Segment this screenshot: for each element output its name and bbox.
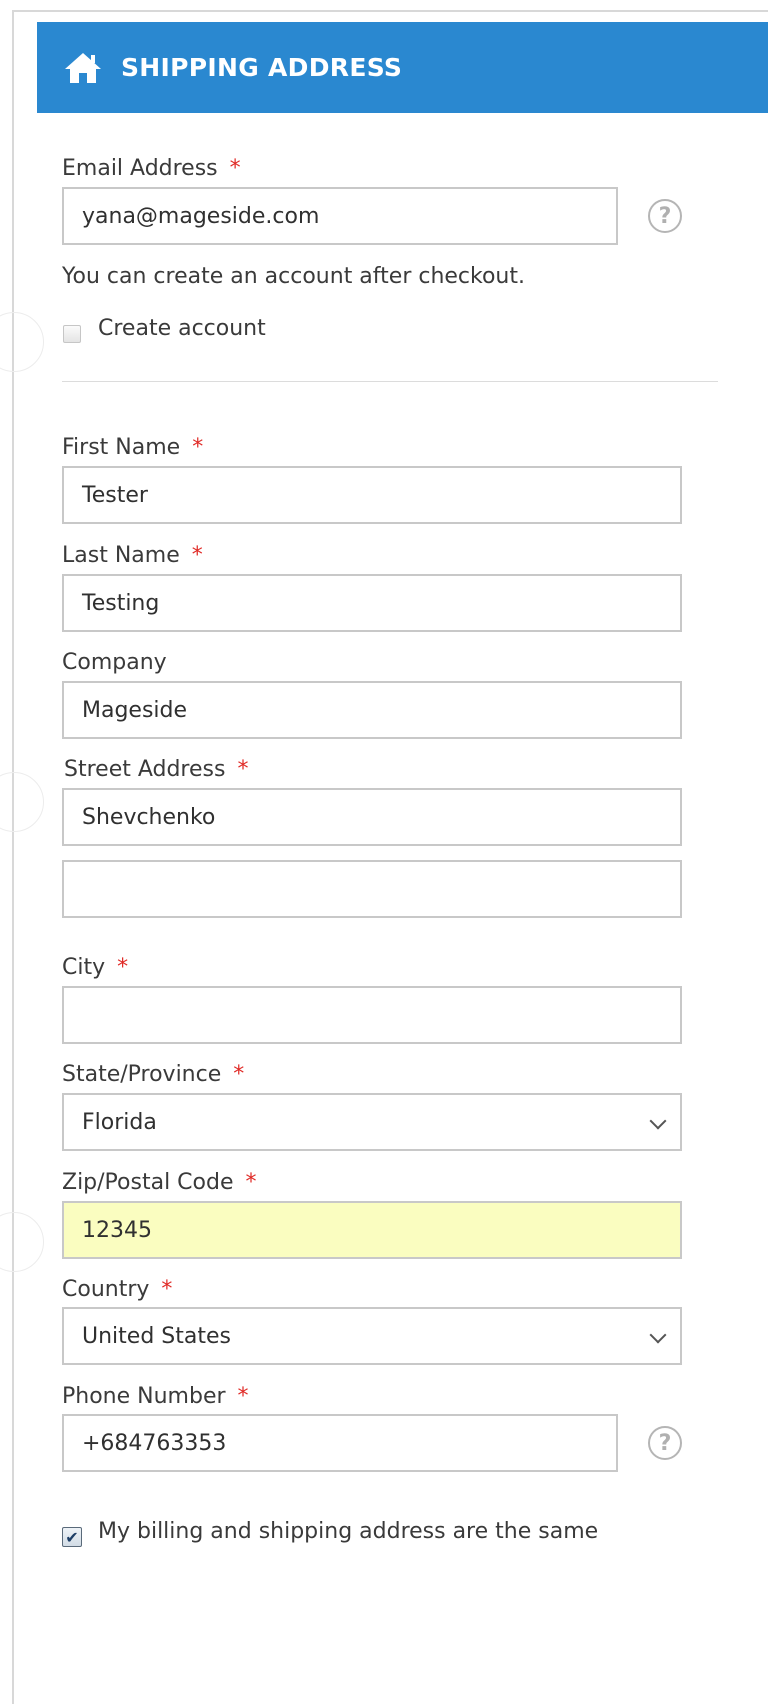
city-field[interactable] <box>62 986 682 1044</box>
state-select[interactable]: Florida <box>62 1093 682 1151</box>
phone-label: Phone Number * <box>62 1384 249 1409</box>
required-asterisk: * <box>191 543 203 568</box>
company-label: Company <box>62 650 167 675</box>
shipping-address-header: SHIPPING ADDRESS <box>37 22 768 113</box>
country-label: Country * <box>62 1277 173 1302</box>
country-select[interactable]: United States <box>62 1307 682 1365</box>
email-field[interactable]: yana@mageside.com <box>62 187 618 245</box>
home-icon <box>65 52 101 83</box>
required-asterisk: * <box>233 1062 245 1087</box>
street-address-line2-field[interactable] <box>62 860 682 918</box>
last-name-field[interactable]: Testing <box>62 574 682 632</box>
phone-help-icon[interactable]: ? <box>648 1426 682 1460</box>
create-account-checkbox[interactable] <box>63 325 81 343</box>
first-name-field[interactable]: Tester <box>62 466 682 524</box>
zip-field[interactable]: 12345 <box>62 1201 682 1259</box>
street-address-line1-field[interactable]: Shevchenko <box>62 788 682 846</box>
company-field[interactable]: Mageside <box>62 681 682 739</box>
street-address-label: Street Address * <box>64 757 249 782</box>
country-select-value: United States <box>82 1323 231 1349</box>
account-note: You can create an account after checkout… <box>62 264 525 289</box>
required-asterisk: * <box>237 757 249 782</box>
first-name-label: First Name * <box>62 435 204 460</box>
zip-label: Zip/Postal Code * <box>62 1170 257 1195</box>
required-asterisk: * <box>245 1170 257 1195</box>
background-decoration <box>0 1212 44 1272</box>
required-asterisk: * <box>237 1384 249 1409</box>
billing-same-checkbox[interactable]: ✔ <box>62 1527 82 1547</box>
section-title: SHIPPING ADDRESS <box>121 53 403 82</box>
create-account-label[interactable]: Create account <box>98 316 266 341</box>
chevron-down-icon <box>649 1112 667 1130</box>
state-select-value: Florida <box>82 1109 157 1135</box>
state-label: State/Province * <box>62 1062 245 1087</box>
required-asterisk: * <box>229 156 241 181</box>
section-divider <box>62 381 718 382</box>
last-name-label: Last Name * <box>62 543 203 568</box>
required-asterisk: * <box>161 1277 173 1302</box>
required-asterisk: * <box>117 955 129 980</box>
billing-same-label[interactable]: My billing and shipping address are the … <box>98 1519 598 1544</box>
phone-field[interactable]: +684763353 <box>62 1414 618 1472</box>
city-label: City * <box>62 955 129 980</box>
background-decoration <box>0 312 44 372</box>
required-asterisk: * <box>192 435 204 460</box>
background-decoration <box>0 772 44 832</box>
email-help-icon[interactable]: ? <box>648 199 682 233</box>
email-label: Email Address * <box>62 156 241 181</box>
chevron-down-icon <box>649 1326 667 1344</box>
